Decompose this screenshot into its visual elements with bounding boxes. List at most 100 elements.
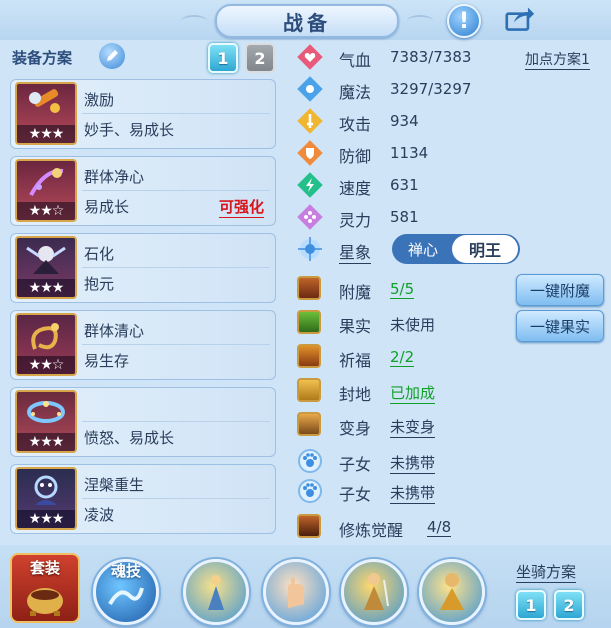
star-rating: ★★☆ (17, 356, 75, 374)
equipment-slot-4[interactable]: ★★☆ 群体清心 易生存 (10, 310, 276, 380)
equipment-name: 涅槃重生 (84, 476, 145, 494)
equipment-traits: 易生存 (84, 352, 130, 370)
skill-orb-4[interactable] (419, 559, 485, 625)
info-icon[interactable]: ! (447, 4, 481, 38)
star-rating: ★★★ (17, 125, 75, 143)
stat-value: 1134 (390, 144, 429, 162)
upgradable-tag[interactable]: 可强化 (218, 196, 264, 218)
stat-name: 攻击 (339, 115, 372, 134)
enhance-name: 修炼觉醒 (339, 521, 404, 540)
equipment-name: 群体清心 (84, 322, 145, 340)
title-ornament-right (407, 15, 433, 27)
stat-name: 速度 (339, 179, 372, 198)
equipment-icon: ★★★ (15, 236, 77, 299)
stat-name: 灵力 (339, 211, 372, 230)
enhance-value: 已加成 (390, 384, 436, 404)
equipment-name: 群体净心 (84, 168, 145, 186)
heart-icon (297, 44, 323, 70)
star-sign-option-mingwang[interactable]: 明王 (452, 235, 518, 263)
wave-icon (108, 587, 144, 606)
divider (82, 267, 270, 268)
divider (82, 190, 270, 191)
skill-orb-1[interactable] (183, 559, 249, 625)
star-rating: ★★★ (17, 510, 75, 528)
mount-scheme-1-button[interactable]: 1 (516, 590, 546, 620)
paw-icon (298, 479, 322, 503)
equip-scheme-1-button[interactable]: 1 (208, 43, 238, 73)
equipment-name: 石化 (84, 245, 115, 263)
star-sign-icon (298, 237, 322, 261)
equipment-traits: 愤怒、易成长 (84, 429, 175, 447)
divider (82, 421, 270, 422)
enhance-value: 5/5 (390, 280, 415, 299)
equipment-traits: 凌波 (84, 506, 115, 524)
divider (82, 113, 270, 114)
star-sign-toggle[interactable]: 禅心 明王 (392, 234, 520, 264)
star-sign-label[interactable]: 星象 (339, 239, 372, 264)
stat-name: 气血 (339, 51, 372, 70)
enhance-name: 附魔 (339, 283, 372, 302)
monk-icon (440, 573, 464, 610)
enhance-value[interactable]: 4/8 (427, 518, 452, 537)
suit-button[interactable]: 套装 (10, 553, 80, 623)
speed-icon (297, 172, 323, 198)
equip-scheme-label: 装备方案 (12, 49, 73, 67)
share-icon[interactable] (505, 4, 535, 34)
bless-icon (297, 344, 321, 368)
fruit-icon (297, 310, 321, 334)
skill-orb-2[interactable] (263, 559, 329, 625)
equipment-icon: ★★☆ (15, 159, 77, 222)
paw-icon (298, 449, 322, 473)
title-ornament-left (181, 15, 207, 27)
stat-value: 3297/3297 (390, 80, 472, 98)
enhance-value[interactable]: 未携带 (390, 482, 436, 504)
star-sign-option-chanxin[interactable]: 禅心 (392, 234, 454, 264)
spirit-icon (297, 204, 323, 230)
edit-pencil-icon[interactable] (99, 43, 125, 69)
add-point-scheme-link[interactable]: 加点方案1 (525, 49, 590, 70)
equipment-slot-5[interactable]: ★★★ 愤怒、易成长 (10, 387, 276, 457)
equip-scheme-2-button[interactable]: 2 (245, 43, 275, 73)
equipment-traits: 抱元 (84, 275, 115, 293)
equipment-icon: ★★★ (15, 390, 77, 453)
equipment-slot-2[interactable]: ★★☆ 群体净心 易成长 可强化 (10, 156, 276, 226)
enhance-name: 变身 (339, 419, 372, 438)
equipment-icon: ★★★ (15, 82, 77, 145)
star-rating: ★★★ (17, 279, 75, 297)
mount-scheme-label[interactable]: 坐骑方案 (516, 561, 577, 583)
transform-icon (297, 412, 321, 436)
enhance-name: 祈福 (339, 351, 372, 370)
equipment-icon: ★★☆ (15, 313, 77, 376)
soul-skill-button[interactable]: 魂技 (93, 559, 159, 625)
cultivation-icon (297, 514, 321, 538)
equipment-slot-3[interactable]: ★★★ 石化 抱元 (10, 233, 276, 303)
equipment-icon: ★★★ (15, 467, 77, 530)
enhance-name: 子女 (339, 455, 372, 474)
stat-value: 631 (390, 176, 419, 194)
warrior-icon (364, 573, 389, 610)
star-rating: ★★☆ (17, 202, 75, 220)
window-title: 战备 (181, 4, 433, 38)
skill-orb-3[interactable] (341, 559, 407, 625)
enhance-name: 封地 (339, 385, 372, 404)
equipment-name: 激励 (84, 91, 115, 109)
hand-icon (288, 577, 304, 608)
enhance-name: 子女 (339, 485, 372, 504)
stat-value: 934 (390, 112, 419, 130)
star-rating: ★★★ (17, 433, 75, 451)
mana-icon (297, 76, 323, 102)
enhance-name: 果实 (339, 317, 372, 336)
equipment-slot-6[interactable]: ★★★ 涅槃重生 凌波 (10, 464, 276, 534)
mount-scheme-2-button[interactable]: 2 (554, 590, 584, 620)
one-click-enchant-button[interactable]: 一键附魔 (516, 274, 604, 306)
soul-skill-label: 魂技 (110, 562, 141, 580)
defense-icon (297, 140, 323, 166)
one-click-fruit-button[interactable]: 一键果实 (516, 310, 604, 342)
enhance-value[interactable]: 未变身 (390, 416, 436, 438)
enhance-value[interactable]: 未携带 (390, 452, 436, 474)
stat-name: 魔法 (339, 83, 372, 102)
stat-value: 7383/7383 (390, 48, 472, 66)
enhance-value: 未使用 (390, 316, 436, 334)
cauldron-icon (27, 588, 63, 616)
equipment-slot-1[interactable]: ★★★ 激励 妙手、易成长 (10, 79, 276, 149)
